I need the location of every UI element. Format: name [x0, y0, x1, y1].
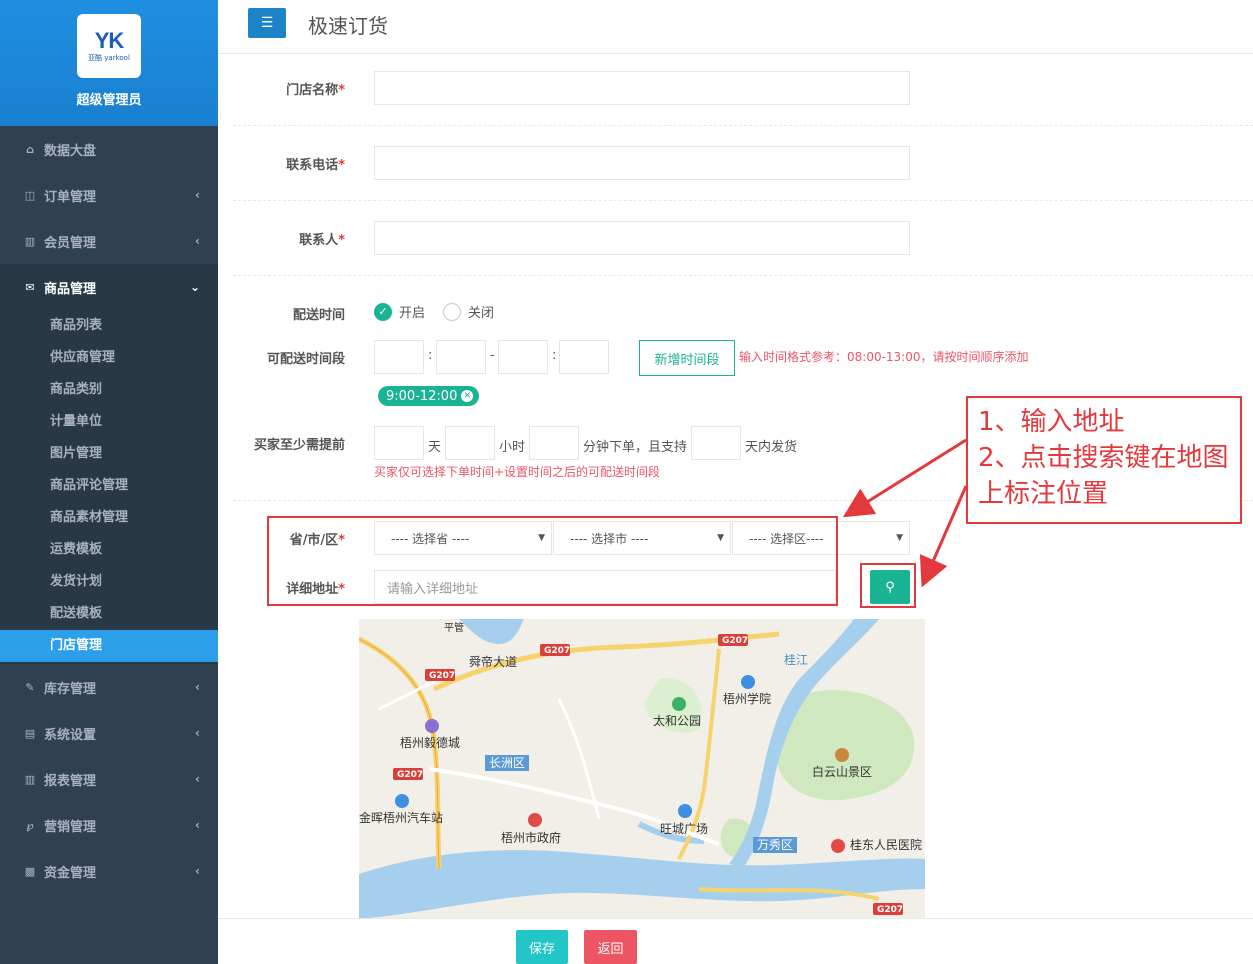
- map-label: 梧州毅德城: [400, 735, 460, 750]
- scenic-icon: [835, 748, 849, 762]
- arrow-to-address: [842, 438, 967, 518]
- school-icon: [741, 675, 755, 689]
- map-canvas[interactable]: G207 G207 G207 G207 G207 舜帝大道 梧州学院 太和公园 …: [359, 619, 925, 919]
- map-label: 太和公园: [653, 713, 701, 728]
- save-button[interactable]: 保存: [516, 930, 568, 964]
- mall-icon: [425, 719, 439, 733]
- map-label: 梧州学院: [723, 691, 771, 706]
- hospital-icon: [831, 839, 845, 853]
- map-label: 万秀区: [757, 838, 793, 852]
- map-label: 舜帝大道: [469, 654, 517, 669]
- map-label: 梧州市政府: [501, 830, 561, 845]
- road-badge: G207: [877, 905, 903, 915]
- plaza-icon: [678, 804, 692, 818]
- back-button[interactable]: 返回: [584, 930, 637, 964]
- park-icon: [672, 697, 686, 711]
- map-label: 金晖梧州汽车站: [359, 810, 443, 825]
- road-badge: G207: [722, 636, 748, 646]
- government-icon: [528, 813, 542, 827]
- form-footer: 保存 返回: [218, 918, 1253, 964]
- map-label: 旺城广场: [660, 822, 708, 836]
- map-label: 白云山景区: [812, 764, 872, 779]
- road-badge: G207: [544, 646, 570, 656]
- location-map[interactable]: G207 G207 G207 G207 G207 舜帝大道 梧州学院 太和公园 …: [359, 619, 925, 919]
- road-badge: G207: [397, 770, 423, 780]
- arrow-to-search: [919, 485, 968, 588]
- map-label: 桂江: [784, 652, 808, 667]
- map-label: 桂东人民医院: [850, 837, 922, 852]
- road-badge: G207: [429, 671, 455, 681]
- bus-icon: [395, 794, 409, 808]
- map-label: 平管: [444, 621, 464, 634]
- map-label: 长洲区: [489, 756, 525, 770]
